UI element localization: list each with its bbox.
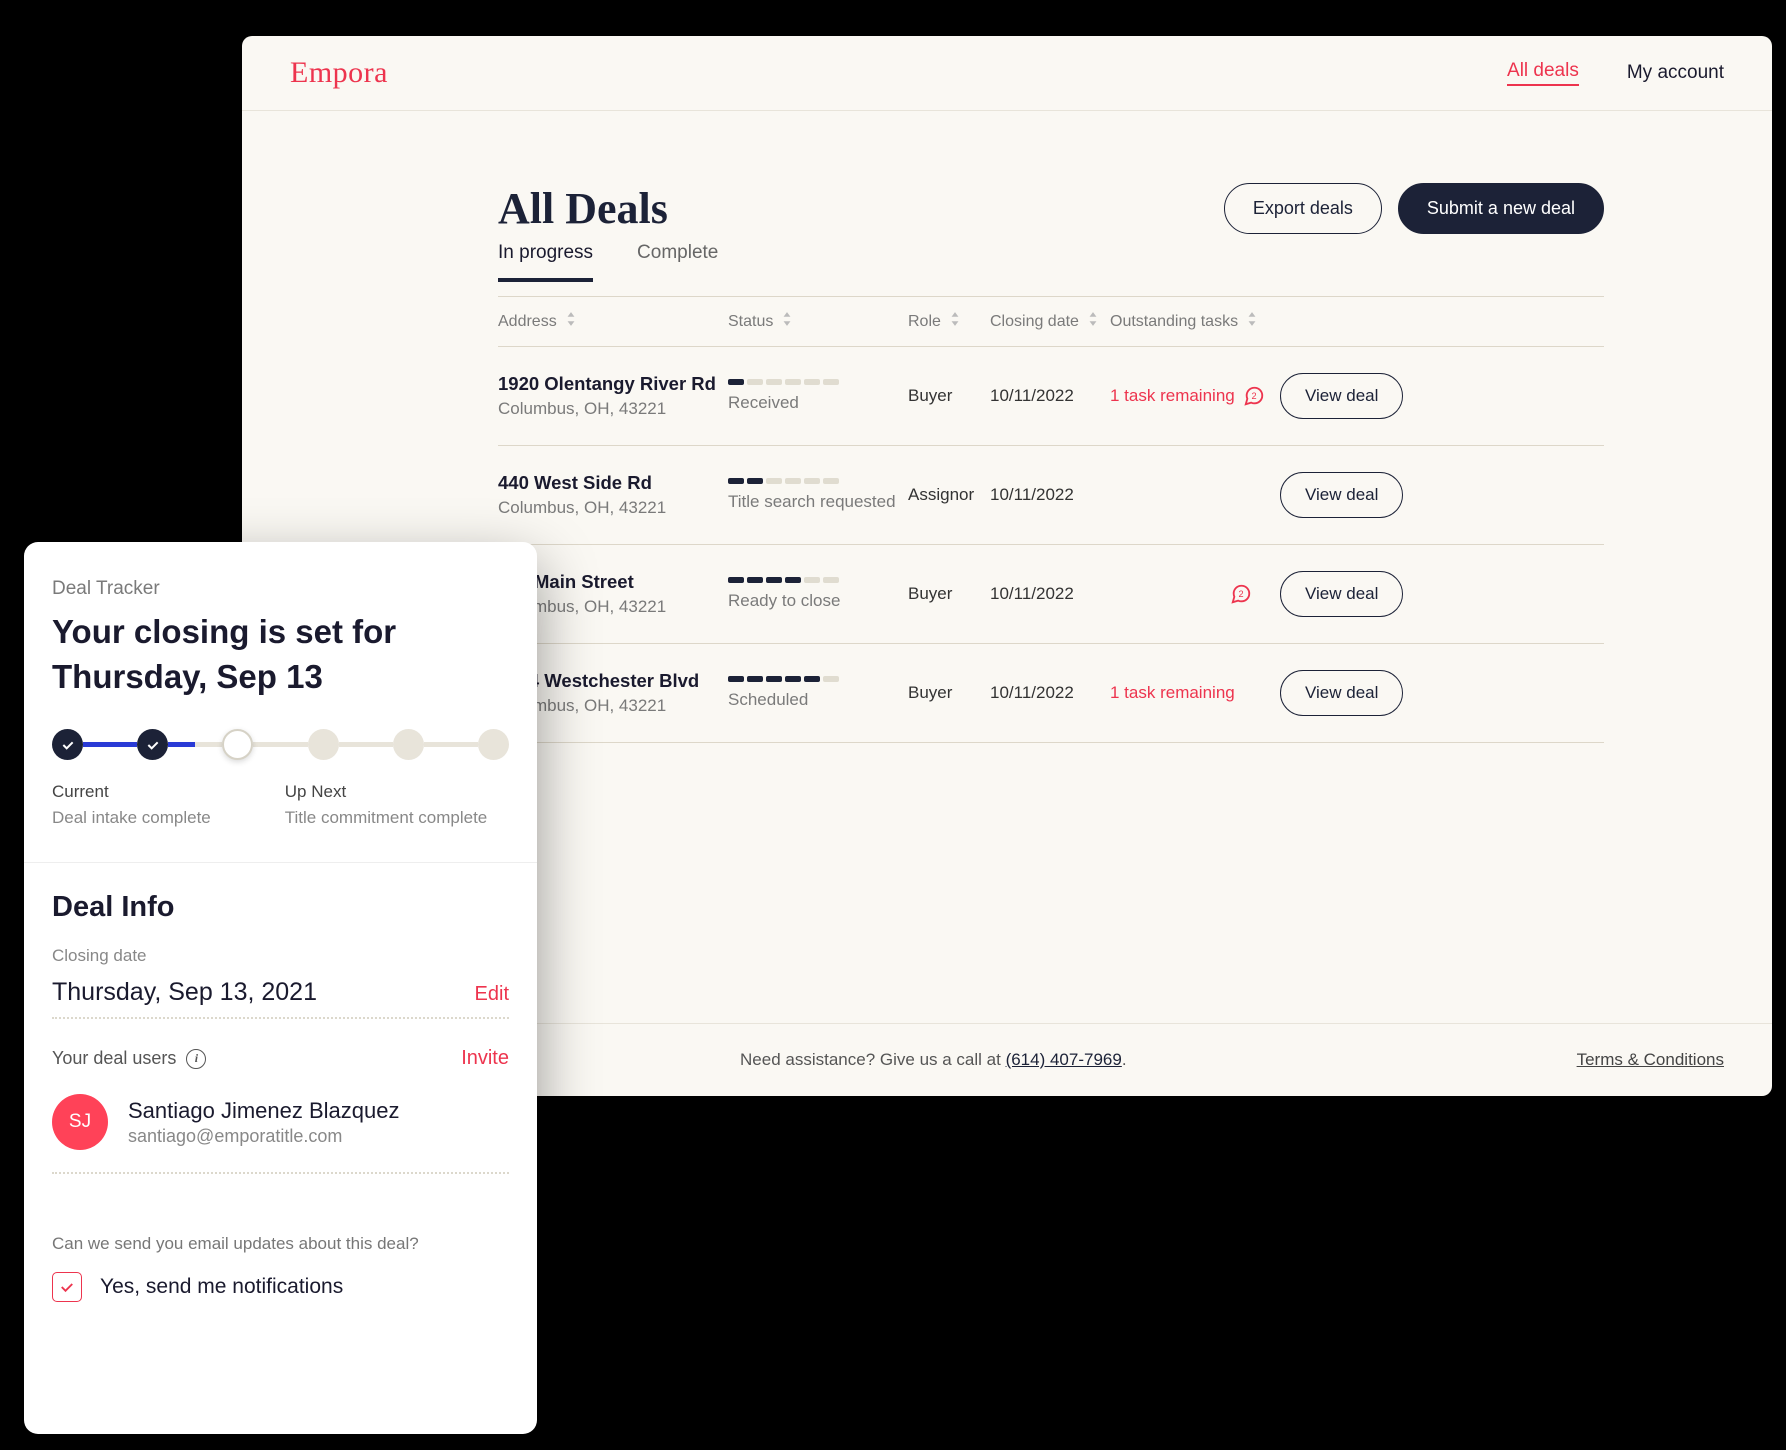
phone-link[interactable]: (614) 407-7969 xyxy=(1006,1050,1122,1069)
current-label: Current xyxy=(52,782,211,802)
col-address[interactable]: Address xyxy=(498,311,728,332)
edit-link[interactable]: Edit xyxy=(475,983,509,1006)
status-bar xyxy=(728,676,908,682)
step-done xyxy=(137,729,168,760)
deal-role: Assignor xyxy=(908,485,990,505)
page-header: All Deals Export deals Submit a new deal xyxy=(498,183,1604,234)
export-deals-button[interactable]: Export deals xyxy=(1224,183,1382,234)
notification-question: Can we send you email updates about this… xyxy=(52,1234,509,1254)
col-status[interactable]: Status xyxy=(728,311,908,332)
deal-users-label: Your deal users i xyxy=(52,1048,206,1069)
sort-icon xyxy=(949,311,961,332)
assist-text: Need assistance? Give us a call at (614)… xyxy=(740,1050,1127,1070)
step-done xyxy=(52,729,83,760)
deal-city: Columbus, OH, 43221 xyxy=(498,498,728,518)
table-row: 1920 Olentangy River Rd Columbus, OH, 432… xyxy=(498,347,1604,446)
user-card: SJ Santiago Jimenez Blazquez santiago@em… xyxy=(52,1094,509,1174)
deals-table: Address Status Role Closing date Outstan… xyxy=(498,296,1604,743)
deal-role: Buyer xyxy=(908,683,990,703)
current-value: Deal intake complete xyxy=(52,808,211,828)
deal-closing: 10/11/2022 xyxy=(990,584,1110,604)
table-row: 1234 Westchester BlvdColumbus, OH, 43221… xyxy=(498,644,1604,743)
svg-text:2: 2 xyxy=(1238,589,1243,599)
status-label: Scheduled xyxy=(728,690,908,710)
col-role[interactable]: Role xyxy=(908,311,990,332)
step-pending xyxy=(478,729,509,760)
col-closing[interactable]: Closing date xyxy=(990,311,1110,332)
view-deal-button[interactable]: View deal xyxy=(1280,472,1403,518)
step-pending xyxy=(393,729,424,760)
avatar: SJ xyxy=(52,1094,108,1150)
deal-city: Columbus, OH, 43221 xyxy=(498,399,728,419)
invite-link[interactable]: Invite xyxy=(461,1047,509,1070)
step-current xyxy=(222,729,253,760)
next-label: Up Next xyxy=(285,782,487,802)
sort-icon xyxy=(565,311,577,332)
table-row: 100 Main StreetColumbus, OH, 43221Ready … xyxy=(498,545,1604,644)
closing-date-label: Closing date xyxy=(52,946,509,966)
notification-checkbox[interactable] xyxy=(52,1272,82,1302)
comment-bubble-icon[interactable]: 2 xyxy=(1243,385,1265,407)
svg-text:2: 2 xyxy=(1251,391,1256,401)
user-name: Santiago Jimenez Blazquez xyxy=(128,1098,400,1124)
status-bar xyxy=(728,577,908,583)
status-bar xyxy=(728,379,908,385)
sort-icon xyxy=(781,311,793,332)
deal-closing: 10/11/2022 xyxy=(990,485,1110,505)
status-label: Ready to close xyxy=(728,591,908,611)
deal-tasks: 2 xyxy=(1110,583,1280,605)
tab-complete[interactable]: Complete xyxy=(637,242,718,282)
top-nav: All deals My account xyxy=(1507,60,1724,86)
view-deal-button[interactable]: View deal xyxy=(1280,571,1403,617)
user-email: santiago@emporatitle.com xyxy=(128,1126,400,1147)
deal-role: Buyer xyxy=(908,584,990,604)
sort-icon xyxy=(1246,311,1258,332)
table-row: 440 West Side Rd Columbus, OH, 43221Title… xyxy=(498,446,1604,545)
card-headline: Your closing is set for Thursday, Sep 13 xyxy=(52,610,509,699)
deal-closing: 10/11/2022 xyxy=(990,683,1110,703)
comment-bubble-icon[interactable]: 2 xyxy=(1230,583,1252,605)
status-label: Received xyxy=(728,393,908,413)
deal-address: 440 West Side Rd xyxy=(498,472,728,494)
status-label: Title search requested xyxy=(728,492,908,512)
status-bar xyxy=(728,478,908,484)
deal-closing: 10/11/2022 xyxy=(990,386,1110,406)
page-title: All Deals xyxy=(498,183,668,234)
brand-logo: Empora xyxy=(290,56,388,90)
col-tasks[interactable]: Outstanding tasks xyxy=(1110,311,1280,332)
topbar: Empora All deals My account xyxy=(242,36,1772,111)
table-header: Address Status Role Closing date Outstan… xyxy=(498,297,1604,347)
terms-link[interactable]: Terms & Conditions xyxy=(1577,1050,1724,1070)
deal-tracker-card: Deal Tracker Your closing is set for Thu… xyxy=(24,542,537,1434)
card-label: Deal Tracker xyxy=(52,578,509,600)
deal-address: 1920 Olentangy River Rd xyxy=(498,373,728,395)
nav-my-account[interactable]: My account xyxy=(1627,62,1724,84)
closing-date-value: Thursday, Sep 13, 2021 xyxy=(52,978,317,1007)
deal-role: Buyer xyxy=(908,386,990,406)
sort-icon xyxy=(1087,311,1099,332)
next-value: Title commitment complete xyxy=(285,808,487,828)
submit-new-deal-button[interactable]: Submit a new deal xyxy=(1398,183,1604,234)
nav-all-deals[interactable]: All deals xyxy=(1507,60,1579,86)
progress-stepper xyxy=(52,729,509,760)
deal-tasks: 1 task remaining2 xyxy=(1110,385,1280,407)
deal-info-title: Deal Info xyxy=(52,891,509,924)
tabs: In progress Complete xyxy=(498,242,1604,282)
notification-label: Yes, send me notifications xyxy=(100,1275,343,1299)
info-icon[interactable]: i xyxy=(186,1049,206,1069)
step-pending xyxy=(308,729,339,760)
tab-in-progress[interactable]: In progress xyxy=(498,242,593,282)
view-deal-button[interactable]: View deal xyxy=(1280,373,1403,419)
view-deal-button[interactable]: View deal xyxy=(1280,670,1403,716)
deal-tasks: 1 task remaining xyxy=(1110,683,1280,703)
